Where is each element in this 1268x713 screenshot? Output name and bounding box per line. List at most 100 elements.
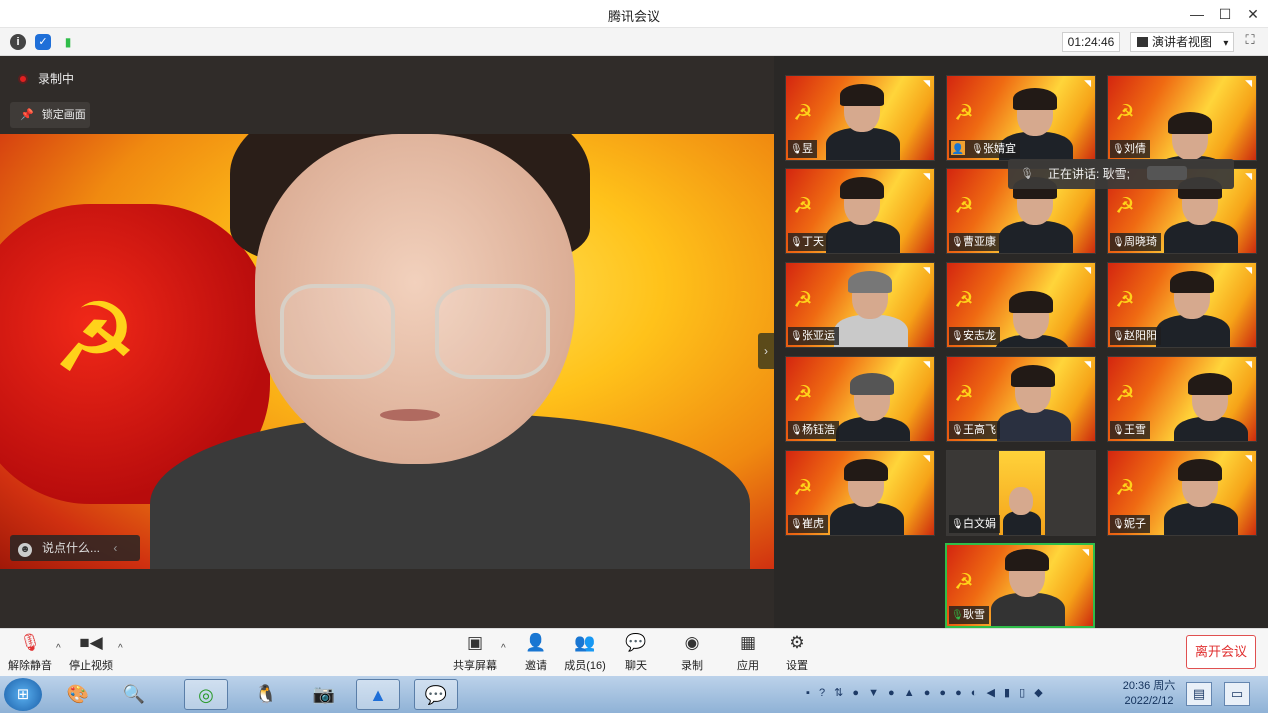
participant-name-label: 张亚运 (802, 330, 835, 342)
participant-tile[interactable]: ☭ ◥ 🎙安志龙 (946, 262, 1096, 348)
more-icon: ◥ (1245, 171, 1252, 181)
add-user-icon: 👤 (525, 633, 547, 652)
camera-app-icon[interactable]: 📷 (302, 679, 346, 710)
app-launcher-icon[interactable]: 🎨 (56, 679, 100, 710)
share-screen-button[interactable]: ▣ 共享屏幕 (452, 633, 498, 673)
stop-video-button[interactable]: ■◀ 停止视频 (68, 633, 114, 673)
collapse-sidebar-button[interactable]: › (758, 333, 774, 369)
participant-tile[interactable]: ☭ ◥ 🎙丁天 (785, 168, 935, 254)
chevron-up-icon[interactable]: ^ (501, 643, 506, 654)
participant-figure (995, 291, 1069, 347)
invite-button[interactable]: 👤 邀请 (520, 633, 552, 673)
mic-muted-icon: 🎙 (1112, 237, 1125, 248)
start-button[interactable]: ⊞ (4, 678, 42, 711)
record-dot-icon (18, 74, 28, 84)
stop-video-label: 停止视频 (69, 660, 113, 672)
participant-tile[interactable]: ☭ ◥ 🎙赵阳阳 (1107, 262, 1257, 348)
chat-bubble-icon: 💬 (625, 633, 647, 652)
participant-tile[interactable]: ☭ ◥ 👤 🎙张婧宜 (946, 75, 1096, 161)
close-button[interactable]: ✕ (1240, 4, 1266, 24)
leave-meeting-button[interactable]: 离开会议 (1186, 635, 1256, 669)
more-icon: ◥ (923, 171, 930, 181)
view-mode-label: 演讲者视图 (1152, 35, 1213, 49)
participant-figure (1174, 373, 1248, 441)
settings-label: 设置 (786, 660, 808, 672)
participant-name: 👤 🎙张婧宜 (949, 140, 1020, 158)
recording-indicator: 录制中 (18, 70, 74, 87)
glasses-left (280, 284, 395, 379)
mic-muted-icon: 🎙 (790, 237, 803, 248)
participant-tile[interactable]: ☭ ◥ 🎙崔虎 (785, 450, 935, 536)
record-button[interactable]: ◉ 录制 (678, 633, 706, 673)
speaker-video[interactable]: ☭ (0, 134, 774, 569)
participant-name: 🎙张亚运 (788, 327, 839, 345)
participant-name-label: 丁天 (802, 236, 824, 248)
participant-figure (997, 365, 1071, 441)
participant-name: 🎙杨钰浩 (788, 421, 839, 439)
participant-tile[interactable]: ☭ ◥ 🎙杨钰浩 (785, 356, 935, 442)
mic-muted-icon: 🎙 (790, 519, 803, 530)
signal-icon[interactable]: ▮ (60, 34, 76, 50)
lock-view-button[interactable]: 📌 锁定画面 (10, 102, 90, 128)
participant-name: 🎙白文娟 (949, 515, 1000, 533)
info-icon[interactable]: i (10, 34, 26, 50)
notification-icon[interactable]: ▤ (1186, 682, 1212, 706)
host-avatar-icon: 👤 (951, 141, 965, 155)
shield-icon[interactable]: ✓ (35, 34, 51, 50)
participant-figure (826, 84, 900, 160)
active-speaker-tile[interactable]: ☭ ◥ 🎙耿雪 (945, 543, 1095, 628)
chat-button[interactable]: 💬 聊天 (622, 633, 650, 673)
qq-icon[interactable]: 🐧 (244, 679, 288, 710)
share-screen-label: 共享屏幕 (453, 660, 497, 672)
chevron-down-icon: ▾ (1223, 38, 1229, 49)
chat-label: 聊天 (625, 660, 647, 672)
participant-tile[interactable]: ☭ ◥ 🎙王高飞 (946, 356, 1096, 442)
participant-tile[interactable]: 🎙白文娟 (946, 450, 1096, 536)
mic-muted-icon: 🎙 (790, 331, 803, 342)
chevron-up-icon[interactable]: ^ (118, 643, 123, 654)
participant-tile[interactable]: ☭ ◥ 🎙王雪 (1107, 356, 1257, 442)
participant-name-label: 周晓琦 (1124, 236, 1157, 248)
video-camera-icon: ■◀ (79, 633, 103, 652)
mic-active-icon: 🎙 (951, 610, 964, 621)
system-clock[interactable]: 20:36 周六 2022/2/12 (1118, 679, 1180, 709)
participant-tile[interactable]: ☭ ◥ 🎙刘倩 (1107, 75, 1257, 161)
mic-muted-icon: 🎙 (1112, 331, 1125, 342)
settings-button[interactable]: ⚙ 设置 (783, 633, 811, 673)
hammer-sickle-icon: ☭ (954, 193, 974, 218)
system-tray[interactable]: ▪ ? ⇅ ● ▼ ● ▲ ● ● ● ◐ ◀ ▮ ▯ ◆ (806, 686, 1046, 699)
browser-icon[interactable]: ◎ (184, 679, 228, 710)
participant-tile[interactable]: ☭ ◥ 🎙妮子 (1107, 450, 1257, 536)
wechat-icon[interactable]: 💬 (414, 679, 458, 710)
hammer-sickle-icon: ☭ (51, 285, 139, 392)
participant-name-label: 白文娟 (963, 518, 996, 530)
hammer-sickle-icon: ☭ (954, 569, 974, 594)
hammer-sickle-icon: ☭ (793, 381, 813, 406)
chat-input[interactable]: ☻ 说点什么... ‹ (10, 535, 140, 561)
tencent-meeting-icon[interactable]: ▲ (356, 679, 400, 710)
participant-name: 🎙赵阳阳 (1110, 327, 1161, 345)
mic-muted-icon: 🎙 (1112, 144, 1125, 155)
meeting-timer: 01:24:46 (1062, 32, 1120, 52)
chevron-left-icon[interactable]: ‹ (113, 541, 117, 555)
search-icon[interactable]: 🔍 (112, 679, 156, 710)
maximize-button[interactable]: ☐ (1212, 4, 1238, 24)
chevron-up-icon[interactable]: ^ (56, 643, 61, 654)
fullscreen-icon[interactable]: ⛶ (1240, 32, 1260, 52)
apps-button[interactable]: ▦ 应用 (734, 633, 762, 673)
mic-muted-icon: 🎙 (1112, 519, 1125, 530)
unmute-button[interactable]: 🎙 解除静音 (8, 633, 52, 673)
participant-name: 🎙周晓琦 (1110, 233, 1161, 251)
emoji-icon[interactable]: ☻ (18, 543, 32, 557)
participant-name: 🎙妮子 (1110, 515, 1150, 533)
participant-tile[interactable]: ☭ ◥ 🎙昱 (785, 75, 935, 161)
view-mode-dropdown[interactable]: 演讲者视图 ▾ (1130, 32, 1234, 52)
participant-tile[interactable]: ☭ ◥ 🎙张亚运 (785, 262, 935, 348)
show-desktop-icon[interactable]: ▭ (1224, 682, 1250, 706)
speaker-mouth (380, 409, 440, 421)
members-button[interactable]: 👥 成员(16) (562, 633, 608, 673)
participant-figure (834, 271, 908, 347)
hammer-sickle-icon: ☭ (793, 287, 813, 312)
minimize-button[interactable]: — (1184, 4, 1210, 24)
title-bar: 腾讯会议 — ☐ ✕ (0, 0, 1268, 28)
